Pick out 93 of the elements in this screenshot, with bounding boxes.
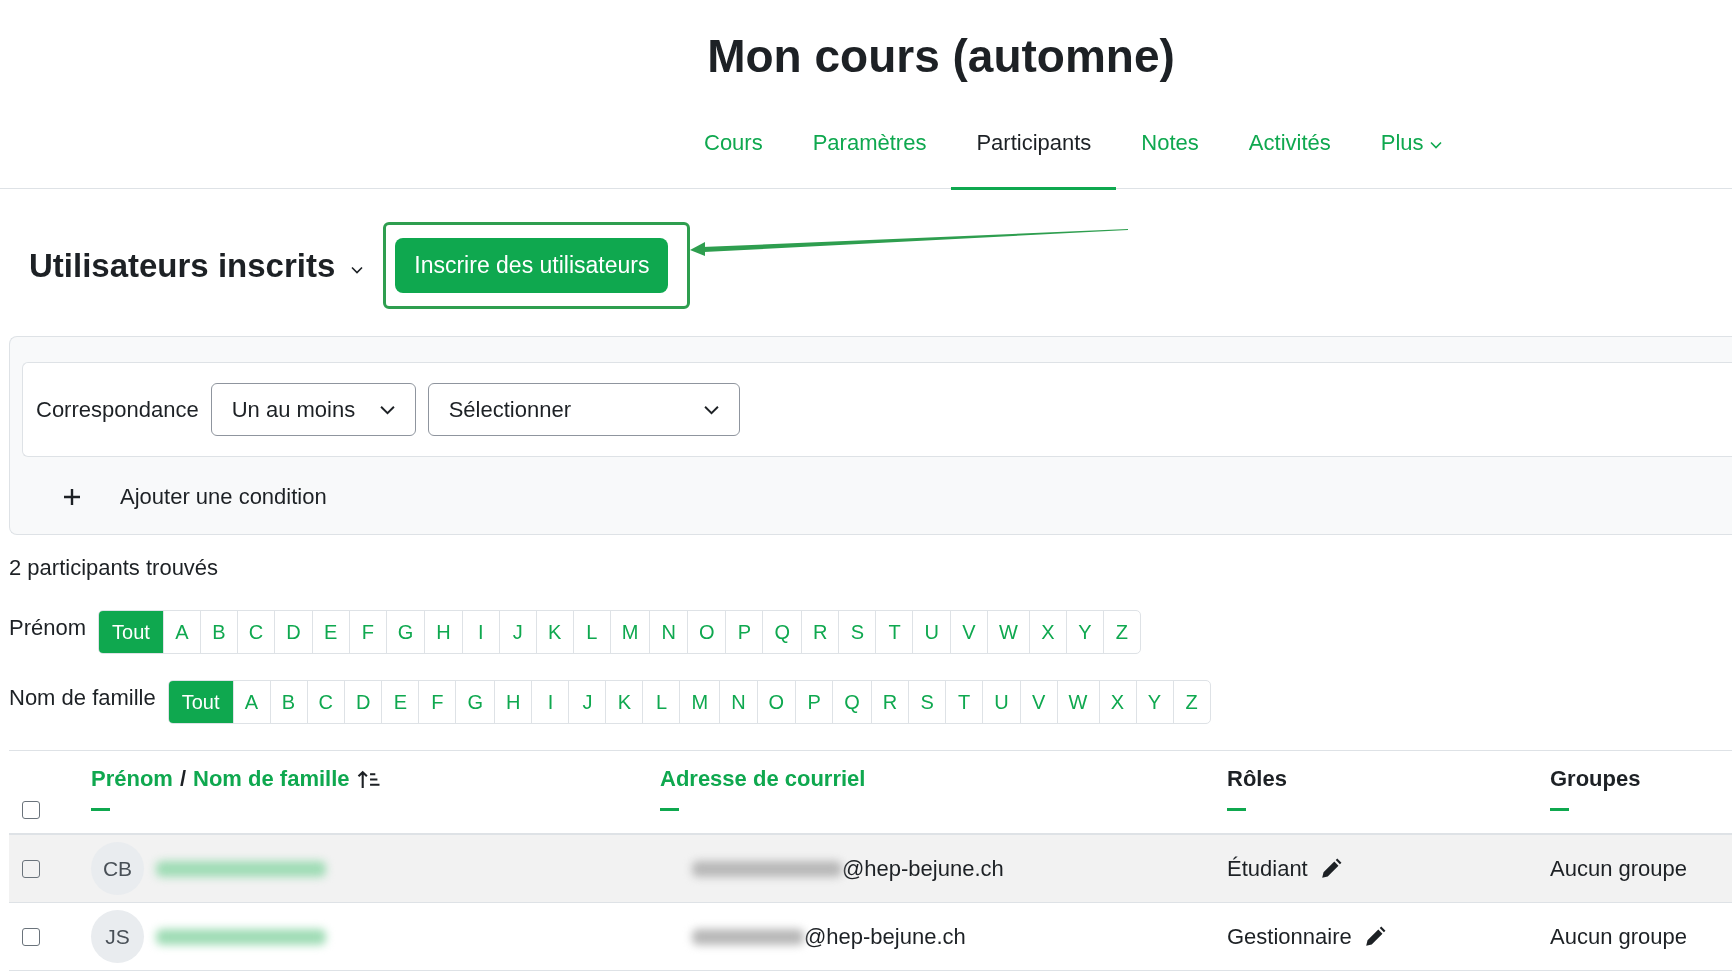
initial-filter-button[interactable]: Q [762, 611, 802, 653]
column-title: Rôles [1227, 766, 1287, 792]
initial-filter-button[interactable]: H [494, 681, 532, 723]
row-checkbox[interactable] [22, 927, 40, 946]
initial-filter-button[interactable]: B [269, 681, 307, 723]
participants-count: 2 participants trouvés [8, 554, 220, 582]
initial-filter-button[interactable]: E [311, 611, 349, 653]
initial-filter-button[interactable]: G [385, 611, 425, 653]
nav-tab[interactable]: Plus [1355, 130, 1467, 190]
initial-filter-button[interactable]: O [686, 611, 726, 653]
initial-filter-button[interactable]: L [572, 611, 610, 653]
initial-filter-button[interactable]: C [306, 681, 344, 723]
initial-filter-button[interactable]: J [568, 681, 606, 723]
column-header-link[interactable]: Adresse de courriel [660, 766, 866, 792]
initial-filter-button[interactable]: M [609, 611, 650, 653]
match-select[interactable]: Un au moins [210, 383, 416, 436]
column-title: Groupes [1550, 766, 1641, 792]
initial-filter-button[interactable]: Y [1135, 681, 1173, 723]
initial-filter-button[interactable]: W [1056, 681, 1099, 723]
header-separator: / [179, 766, 187, 792]
nav-tab[interactable]: Notes [1116, 130, 1224, 190]
initial-filter-button[interactable]: M [679, 681, 720, 723]
role-text: Étudiant [1227, 855, 1308, 882]
initial-filter-button[interactable]: W [986, 611, 1029, 653]
course-title: Mon cours (automne) [706, 29, 1176, 84]
email-domain: @hep-bejune.ch [804, 923, 966, 950]
enrol-users-button[interactable]: Inscrire des utilisateurs [395, 238, 669, 293]
initial-filter-button[interactable]: D [344, 681, 382, 723]
pencil-icon[interactable] [1319, 857, 1342, 880]
groups-text: Aucun groupe [1550, 855, 1687, 882]
initial-filter-button[interactable]: P [725, 611, 763, 653]
groups-text: Aucun groupe [1550, 923, 1687, 950]
nav-tab[interactable]: Cours [679, 130, 788, 190]
chevron-down-icon [379, 404, 395, 415]
initial-filter-button[interactable]: R [870, 681, 909, 723]
initial-filter-button[interactable]: I [461, 611, 499, 653]
initial-filter-button[interactable]: T [945, 681, 983, 723]
initial-filter-button[interactable]: A [232, 681, 270, 723]
plus-icon[interactable] [62, 487, 82, 507]
add-condition-link[interactable]: Ajouter une condition [120, 484, 327, 510]
initial-filter-button[interactable]: F [348, 611, 386, 653]
initial-filter-button[interactable]: T [875, 611, 913, 653]
initial-filter-button[interactable]: A [162, 611, 200, 653]
initial-filter-button[interactable]: C [236, 611, 275, 653]
nav-tab[interactable]: Paramètres [787, 130, 952, 190]
initials-label: Prénom [9, 615, 87, 641]
user-avatar: JS [91, 910, 144, 963]
initial-filter-button[interactable]: O [756, 681, 796, 723]
initial-filter-button[interactable]: S [908, 681, 946, 723]
initial-filter-button[interactable]: Q [832, 681, 871, 723]
row-checkbox[interactable] [22, 859, 40, 878]
initial-filter-button[interactable]: Tout [99, 611, 163, 653]
initial-filter-button[interactable]: L [642, 681, 680, 723]
chevron-down-icon [703, 404, 719, 415]
initials-label: Nom de famille [9, 685, 156, 711]
match-label: Correspondance [36, 396, 199, 423]
column-header-link[interactable]: Nom de famille [193, 766, 350, 792]
page-heading: Utilisateurs inscrits [29, 246, 336, 285]
initial-filter-button[interactable]: Z [1102, 611, 1140, 653]
initial-filter-button[interactable]: Tout [168, 681, 233, 723]
initial-filter-button[interactable]: Y [1065, 611, 1103, 653]
initial-filter-button[interactable]: D [274, 611, 312, 653]
role-text: Gestionnaire [1227, 923, 1352, 950]
initial-filter-button[interactable]: U [912, 611, 950, 653]
initial-filter-button[interactable]: N [649, 611, 687, 653]
nav-tab[interactable]: Activités [1223, 130, 1356, 190]
initial-filter-button[interactable]: P [795, 681, 833, 723]
initial-filter-button[interactable]: V [1019, 681, 1057, 723]
email-domain: @hep-bejune.ch [842, 855, 1004, 882]
initial-filter-button[interactable]: V [949, 611, 987, 653]
initial-filter-button[interactable]: E [381, 681, 419, 723]
column-header-link[interactable]: Prénom [91, 766, 173, 792]
filter-type-select[interactable]: Sélectionner [427, 383, 740, 436]
initial-filter-button[interactable]: N [719, 681, 757, 723]
pencil-icon[interactable] [1363, 925, 1386, 948]
initial-filter-button[interactable]: S [838, 611, 876, 653]
initial-filter-button[interactable]: K [605, 681, 643, 723]
user-avatar: CB [91, 842, 144, 895]
initial-filter-button[interactable]: H [424, 611, 462, 653]
select-all-checkbox[interactable] [22, 801, 40, 819]
initial-filter-button[interactable]: K [535, 611, 573, 653]
initial-filter-button[interactable]: F [418, 681, 456, 723]
caret-icon[interactable] [351, 265, 364, 274]
nav-tab[interactable]: Participants [951, 130, 1117, 190]
initial-filter-button[interactable]: J [498, 611, 536, 653]
initial-filter-button[interactable]: I [531, 681, 569, 723]
initial-filter-button[interactable]: G [455, 681, 494, 723]
initial-filter-button[interactable]: U [982, 681, 1020, 723]
initial-filter-button[interactable]: X [1028, 611, 1066, 653]
initial-filter-button[interactable]: B [199, 611, 237, 653]
initial-filter-button[interactable]: R [801, 611, 839, 653]
initial-filter-button[interactable]: X [1098, 681, 1136, 723]
initial-filter-button[interactable]: Z [1172, 681, 1210, 723]
